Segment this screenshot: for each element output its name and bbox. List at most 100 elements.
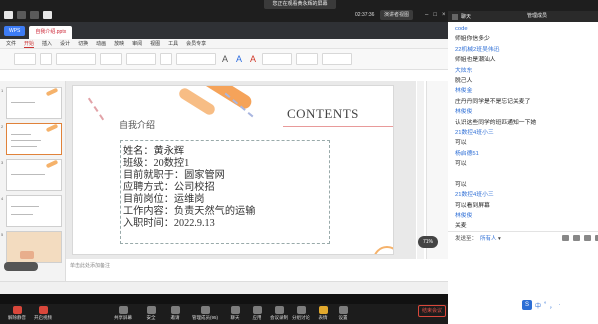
- settings-button[interactable]: 设置: [326, 305, 360, 323]
- menu-design[interactable]: 设计: [60, 40, 70, 47]
- decor-circle: [373, 246, 393, 254]
- font-family-select[interactable]: [56, 53, 96, 65]
- manage-members-header[interactable]: 管理成员: [517, 11, 598, 22]
- chat-popout-icon[interactable]: [452, 13, 458, 20]
- meeting-info-icon[interactable]: [4, 11, 13, 19]
- chat-sender: 22机械2班吴伟迅: [455, 46, 500, 53]
- slide-body-text[interactable]: 姓名：黄永辉 班级：20数控1 目前就职于：圆家管网 应聘方式：公司校招 目前岗…: [123, 146, 255, 230]
- chat-message: 师姐你信多少: [455, 36, 490, 43]
- record-icon: [274, 306, 284, 314]
- decor-arc-light: [177, 86, 217, 117]
- file-icon[interactable]: [573, 235, 580, 241]
- gear-icon: [338, 306, 348, 314]
- share-screen-icon: [118, 306, 128, 314]
- signal-icon: [17, 11, 26, 19]
- ime-language[interactable]: 中: [535, 301, 541, 310]
- send-to-label: 发送至：: [455, 236, 478, 242]
- screenshot-icon[interactable]: [584, 235, 591, 241]
- ime-extra[interactable]: ·: [558, 302, 560, 308]
- maximize-icon[interactable]: □: [433, 12, 437, 18]
- chat-sender: 林俊俊: [455, 213, 473, 220]
- format-painter-button[interactable]: [40, 53, 52, 65]
- presentation-title-bar: WPS 自我介绍.pptx: [0, 22, 448, 39]
- close-icon[interactable]: ×: [442, 12, 446, 18]
- notes-placeholder[interactable]: 单击此处添加备注: [70, 262, 110, 269]
- slide-contents-heading[interactable]: CONTENTS: [287, 106, 359, 122]
- screen-share-banner: 您正在观看黄永辉的屏幕: [264, 0, 336, 9]
- chat-sender: 21数控4班小三: [455, 192, 494, 199]
- chat-message-list[interactable]: code 师姐你信多少 22机械2班吴伟迅 师姐也是潮汕人 大炫东 脱己人 林俊…: [455, 24, 595, 232]
- ime-extra[interactable]: ，: [549, 301, 555, 310]
- text-style-a-red-icon[interactable]: A: [248, 53, 258, 65]
- slide-line-name: 姓名：黄永辉: [123, 146, 185, 157]
- layout-button[interactable]: [160, 53, 172, 65]
- text-style-a-blue-icon[interactable]: A: [234, 53, 244, 65]
- chat-sender: 林俊金: [455, 88, 473, 95]
- security-shield-icon: [30, 11, 39, 19]
- menu-transition[interactable]: 切换: [78, 40, 88, 47]
- slide-line-class: 班级：20数控1: [123, 158, 190, 169]
- font-size-select[interactable]: [100, 53, 122, 65]
- menu-member[interactable]: 会员专享: [186, 40, 206, 47]
- menu-view[interactable]: 视图: [150, 40, 160, 47]
- document-tab[interactable]: 自我介绍.pptx: [29, 26, 73, 39]
- chat-message: 可以: [455, 140, 467, 147]
- chat-message: 庄丹丹同学是不是忘记关麦了: [455, 98, 531, 105]
- camera-off-icon: [38, 306, 48, 314]
- chat-message: 脱己人: [455, 77, 473, 84]
- shape-fill-button[interactable]: [262, 53, 292, 65]
- slide-thumbnail[interactable]: 1: [1, 87, 62, 119]
- chat-message: 可以: [455, 161, 467, 168]
- end-meeting-button[interactable]: 结束会议: [418, 305, 446, 317]
- chat-message: 师姐也是潮汕人: [455, 57, 496, 64]
- chat-message: 可以看到屏幕: [455, 202, 490, 209]
- minimize-icon[interactable]: –: [425, 12, 428, 18]
- floating-toolbar-pill[interactable]: [4, 262, 38, 271]
- chat-bubble-icon: [230, 306, 240, 314]
- slide-thumbnail[interactable]: 3: [1, 159, 62, 191]
- ime-logo-icon[interactable]: S: [522, 300, 532, 310]
- slide-title[interactable]: 自我介绍: [119, 118, 155, 131]
- chat-panel: 聊天 code 师姐你信多少 22机械2班吴伟迅 师姐也是潮汕人 大炫东 脱己人…: [448, 11, 598, 324]
- chat-sender: 林俊俊: [455, 109, 473, 116]
- wps-app-button[interactable]: WPS: [4, 25, 26, 36]
- microphone-muted-icon: [12, 306, 22, 314]
- vertical-scrollbar[interactable]: [417, 81, 424, 259]
- menu-review[interactable]: 审阅: [132, 40, 142, 47]
- zoom-level-badge[interactable]: 71%: [418, 236, 438, 248]
- apps-grid-icon: [252, 306, 262, 314]
- menu-tools[interactable]: 工具: [168, 40, 178, 47]
- menu-insert[interactable]: 插入: [42, 40, 52, 47]
- slide-line-position: 目前岗位：运维岗: [123, 194, 205, 205]
- start-video-button[interactable]: 开启视频: [26, 305, 60, 323]
- chat-divider: [448, 231, 598, 232]
- menu-animation[interactable]: 动画: [96, 40, 106, 47]
- paragraph-controls[interactable]: [176, 53, 216, 65]
- ime-extra[interactable]: °: [544, 302, 546, 308]
- slide-canvas: 自我介绍 CONTENTS 姓名：黄永辉 班级：20数控1 目前就职于：圆家管网…: [66, 81, 416, 259]
- menu-slideshow[interactable]: 放映: [114, 40, 124, 47]
- grid-view-icon[interactable]: [43, 11, 52, 19]
- find-replace-button[interactable]: [322, 53, 352, 65]
- text-style-a-icon[interactable]: A: [220, 53, 230, 65]
- chat-input-tools: [562, 235, 598, 241]
- slide-thumbnail[interactable]: 5: [1, 231, 62, 263]
- send-to-target[interactable]: 所有人: [480, 236, 497, 242]
- current-slide: 自我介绍 CONTENTS 姓名：黄永辉 班级：20数控1 目前就职于：圆家管网…: [72, 85, 394, 255]
- shield-icon: [146, 306, 156, 314]
- menu-home[interactable]: 开始: [24, 40, 35, 48]
- image-icon[interactable]: [562, 235, 569, 241]
- view-mode-button[interactable]: 演讲者视图: [380, 10, 414, 20]
- send-to-selector[interactable]: 发送至： 所有人 ▾: [455, 234, 501, 242]
- new-slide-button[interactable]: [126, 53, 156, 65]
- chat-title: 聊天: [461, 14, 472, 20]
- slide-thumbnail-selected[interactable]: 2: [1, 123, 62, 155]
- menu-file[interactable]: 文件: [6, 40, 16, 47]
- chat-message: 认识这些同学的班匹通知一下她: [455, 119, 537, 126]
- window-controls: – □ ×: [425, 12, 445, 18]
- slide-thumbnail[interactable]: 4: [1, 195, 62, 227]
- arrange-button[interactable]: [296, 53, 318, 65]
- paste-button[interactable]: [14, 53, 36, 65]
- presentation-status-bar: [0, 281, 448, 294]
- chat-message: 可以: [455, 181, 467, 188]
